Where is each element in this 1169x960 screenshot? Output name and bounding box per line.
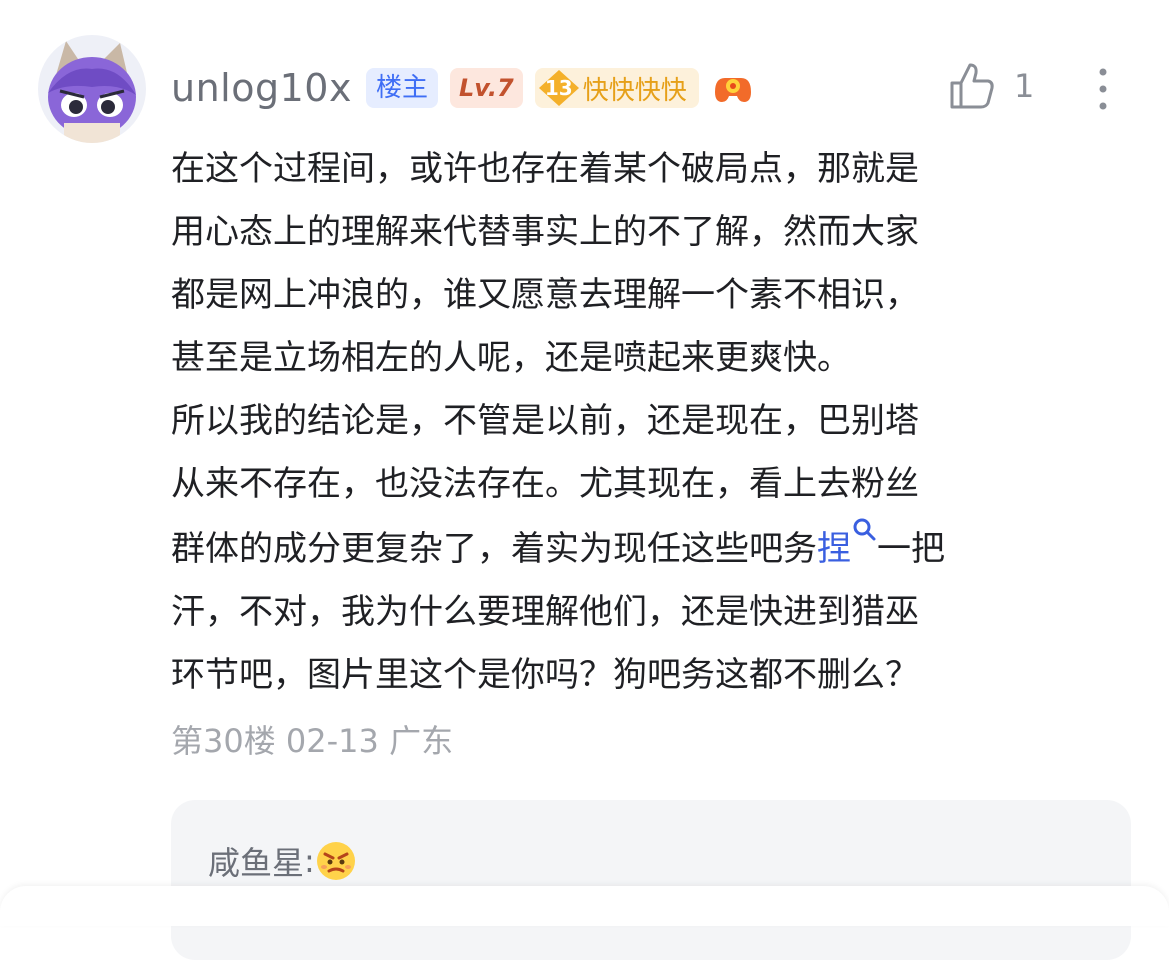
comment-line: 汗，不对，我为什么要理解他们，还是快进到猎巫 [171,592,919,632]
post-date: 02-13 [285,722,379,760]
game-controller-badge-icon [714,78,751,102]
cartoon-cat-avatar-icon [48,41,136,143]
comment-line: 所以我的结论是，不管是以前，还是现在，巴别塔 [171,401,919,441]
thumb-up-icon [950,63,994,109]
like-button[interactable]: 1 [948,60,1034,112]
reply-preview[interactable]: 咸鱼星 : [171,800,1131,960]
reply-colon: : [304,842,315,880]
comment-line: 从来不存在，也没法存在。尤其现在，看上去粉丝 [171,464,919,504]
reply-item: 咸鱼星 : [208,838,357,884]
comment-line: 都是网上冲浪的，谁又愿意去理解一个素不相识， [171,275,919,315]
comment-line: 甚至是立场相左的人呢，还是喷起来更爽快。 [171,338,851,378]
fan-badge[interactable]: 13 快快快快 [534,68,699,108]
more-vertical-icon[interactable] [1095,66,1111,112]
comment-body: 在这个过程间，或许也存在着某个破局点，那就是 用心态上的理解来代替事实上的不了解，… [171,138,1131,707]
comment-line: 在这个过程间，或许也存在着某个破局点，那就是 [171,149,919,189]
angry-face-emoji-icon [316,842,355,880]
comment-line: 环节吧，图片里这个是你吗？狗吧务这都不删么？ [171,655,919,695]
comment-line: 群体的成分更复杂了，着实为现任这些吧务捏 一把 [171,516,1131,581]
search-link[interactable]: 捏 [817,529,851,569]
like-count: 1 [1014,67,1035,105]
search-mark-icon[interactable] [851,516,877,546]
level-tag: Lv.7 [449,68,523,108]
comment-line: 用心态上的理解来代替事实上的不了解，然而大家 [171,212,919,252]
comment-header: unlog10x 楼主 Lv.7 13 快快快快 [171,60,755,116]
comment-text: 一把 [877,529,945,569]
comment-text: 群体的成分更复杂了，着实为现任这些吧务 [171,529,817,569]
fan-level: 13 [544,76,573,100]
reply-author[interactable]: 咸鱼星 [208,838,304,884]
owner-tag: 楼主 [365,68,438,108]
user-avatar[interactable] [38,35,146,143]
fan-name: 快快快快 [582,75,687,106]
ip-location: 广东 [389,722,454,760]
floor-number: 第30楼 [171,722,276,760]
fan-level-badge: 13 [535,68,583,108]
comment-meta: 第30楼 02-13 广东 [171,716,453,762]
bottom-sheet [0,886,1169,926]
username[interactable]: unlog10x [171,66,352,110]
